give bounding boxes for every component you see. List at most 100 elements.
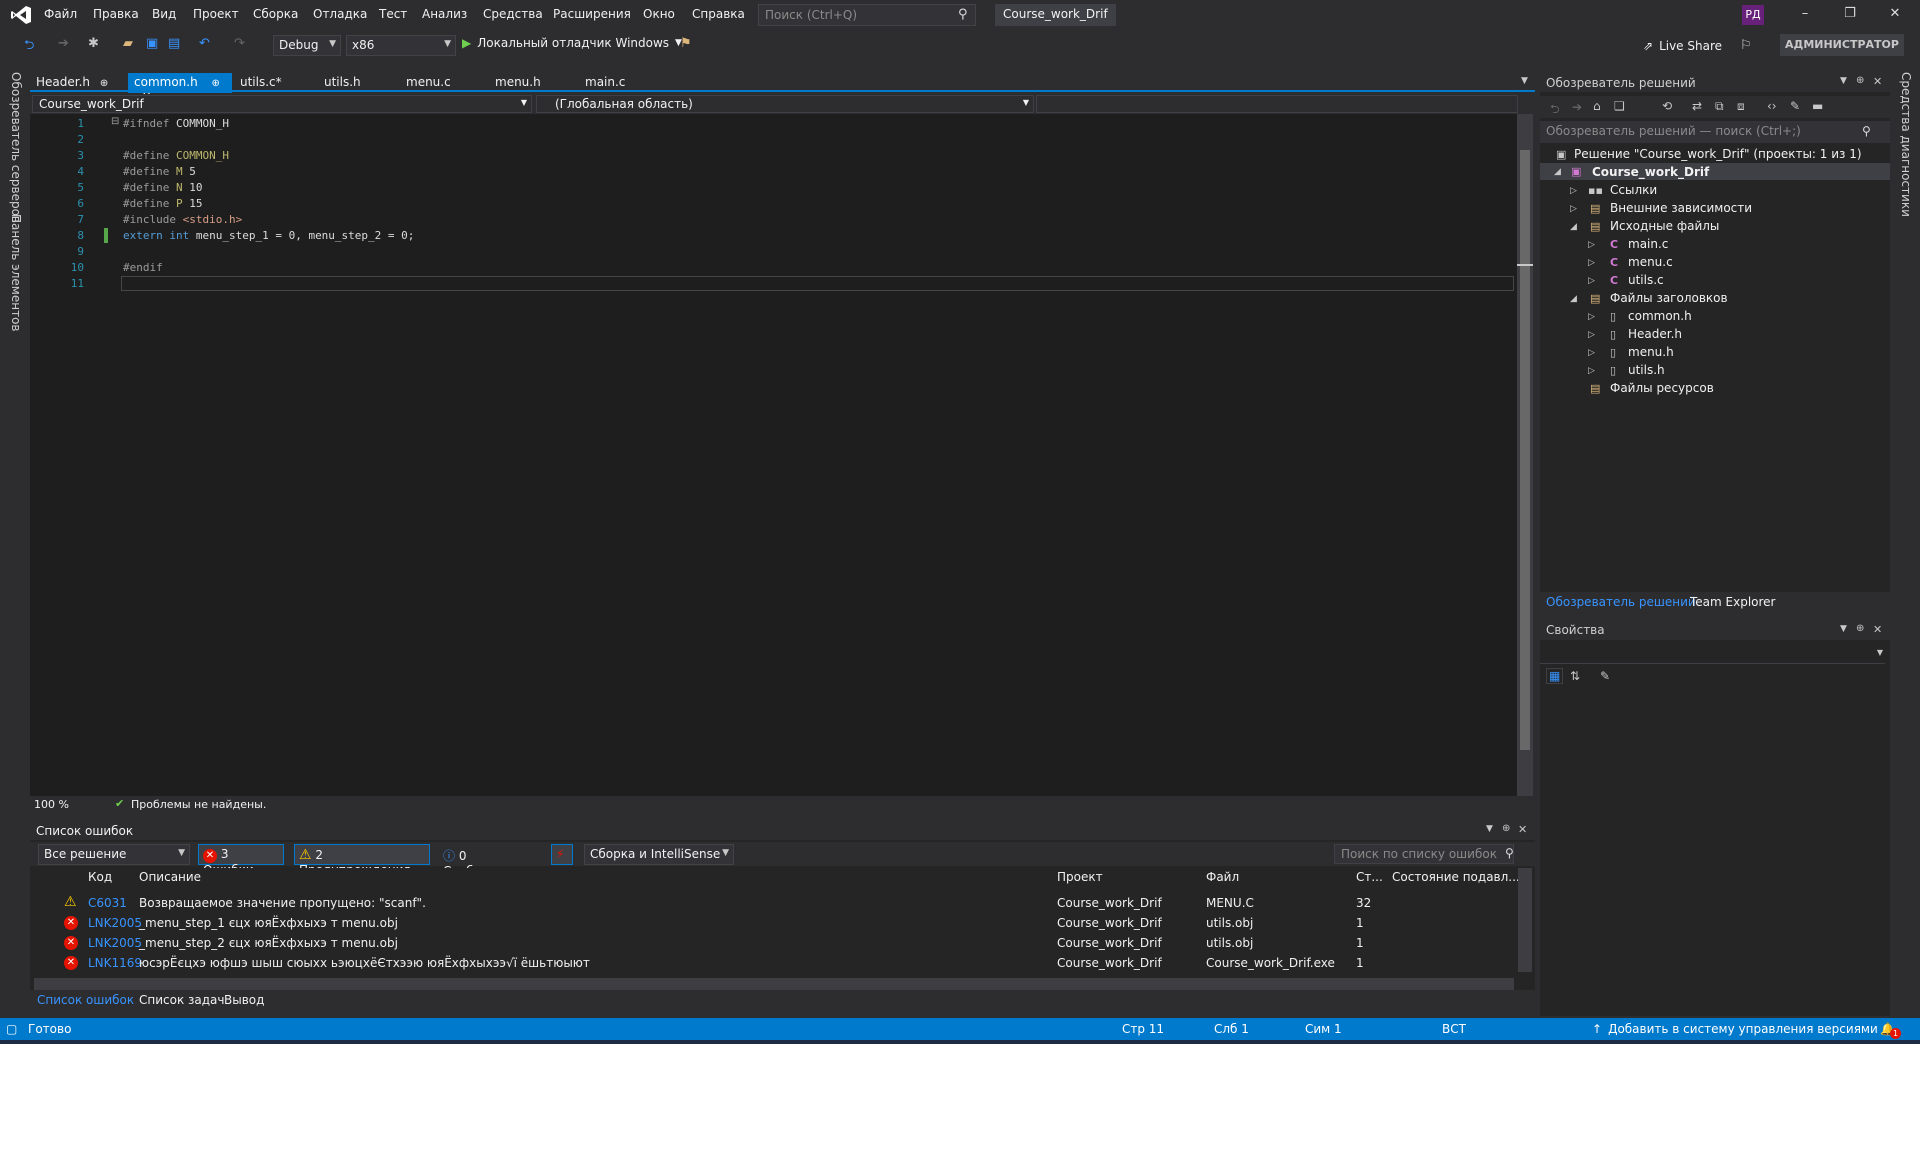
close-icon[interactable]: ✕ [1873,623,1882,636]
collapsed-arrow-icon[interactable]: ▷ [1588,240,1595,250]
table-row[interactable]: ✕ LNK1169 юсэрЁєцхэ юфшэ шыш сюыхх ьэюцх… [30,953,1518,973]
tree-file-common-h[interactable]: common.h [1628,309,1692,323]
minimize-icon[interactable]: – [1795,6,1815,21]
toolbox-tab[interactable]: Панель элементов [9,214,23,332]
chevron-down-icon[interactable]: ▼ [1840,76,1847,86]
platform-select[interactable]: x86 ▼ [346,35,456,56]
close-icon[interactable]: ✕ [1885,6,1905,21]
close-icon[interactable]: ✕ [1518,823,1527,836]
clear-filter-button[interactable]: ⚡ [551,844,573,865]
collapsed-arrow-icon[interactable]: ▷ [1588,348,1595,358]
tab-error-list[interactable]: Список ошибок [37,993,134,1007]
collapsed-arrow-icon[interactable]: ▷ [1588,366,1595,376]
show-all-icon[interactable]: ⧈ [1737,99,1745,114]
collapsed-arrow-icon[interactable]: ▷ [1588,312,1595,322]
pin-icon[interactable]: ⊕ [100,78,108,89]
source-files-node[interactable]: Исходные файлы [1610,219,1719,233]
column-file[interactable]: Файл [1206,870,1239,884]
tab-utils-h[interactable]: utils.h [318,73,367,93]
sync-icon[interactable]: ⇄ [1692,99,1702,113]
error-list-hscrollbar[interactable] [34,978,1514,990]
messages-filter-button[interactable]: ⓘ 0 Сообщения [438,844,538,878]
live-share-button[interactable]: ⇗ Live Share [1643,39,1722,53]
expand-arrow-icon[interactable]: ◢ [1554,167,1561,177]
column-code[interactable]: Код [88,870,112,884]
project-node[interactable]: Course_work_Drif [1592,165,1709,179]
column-suppression[interactable]: Состояние подавл... [1392,870,1520,884]
collapse-icon[interactable]: ⊟ [111,116,119,127]
menu-build[interactable]: Сборка [253,7,298,21]
switch-views-icon[interactable]: ❏ [1614,99,1625,113]
code-icon[interactable]: ‹› [1767,99,1777,113]
errors-filter-button[interactable]: ✕ 3 Ошибки [198,844,284,877]
menu-test[interactable]: Тест [379,7,407,21]
avatar[interactable]: РД [1742,5,1764,25]
tree-file-menu-h[interactable]: menu.h [1628,345,1674,359]
solution-search-input[interactable]: Обозреватель решений — поиск (Ctrl+;) [1540,121,1890,143]
collapsed-arrow-icon[interactable]: ▷ [1588,276,1595,286]
collapsed-arrow-icon[interactable]: ▷ [1588,330,1595,340]
error-code-link[interactable]: LNK2005 [88,936,142,950]
feedback-icon[interactable]: ⚐ [1740,38,1752,53]
menu-window[interactable]: Окно [643,7,675,21]
table-row[interactable]: ✕ LNK2005 _menu_step_2 єцх юяЁхфхыхэ т m… [30,933,1518,953]
properties-object-select[interactable]: ▼ [1540,644,1885,664]
tab-team-explorer[interactable]: Team Explorer [1690,595,1776,609]
scrollbar-thumb[interactable] [1520,150,1530,750]
collapsed-arrow-icon[interactable]: ▷ [1588,258,1595,268]
search-icon[interactable]: ⚲ [1505,846,1514,860]
tab-menu-c[interactable]: menu.c [400,73,457,93]
collapsed-arrow-icon[interactable]: ▷ [1570,186,1577,196]
close-icon[interactable]: ✕ [1873,75,1882,88]
tab-common-h[interactable]: common.h ⊕ ✕ [128,73,232,103]
menu-help[interactable]: Справка [692,7,745,21]
tab-task-list[interactable]: Список задач [139,993,225,1007]
external-deps-node[interactable]: Внешние зависимости [1610,201,1752,215]
restore-icon[interactable]: ❐ [1840,6,1860,21]
attach-icon[interactable]: ⚑ [680,36,692,51]
start-debug-button[interactable]: ▶ Локальный отладчик Windows ▼ [462,36,682,50]
error-list-vscrollbar[interactable] [1518,868,1532,972]
collapsed-arrow-icon[interactable]: ▷ [1570,204,1577,214]
categorized-icon[interactable]: ▦ [1546,668,1564,684]
open-icon[interactable]: ▰ [123,36,133,51]
quick-search-input[interactable]: Поиск (Ctrl+Q) [758,4,976,26]
tab-output[interactable]: Вывод [224,993,264,1007]
tab-overflow-icon[interactable]: ▼ [1521,76,1528,86]
wrench-icon[interactable]: ✎ [1790,99,1800,113]
table-row[interactable]: ✕ LNK2005 _menu_step_1 єцх юяЁхфхыхэ т m… [30,913,1518,933]
column-project[interactable]: Проект [1057,870,1103,884]
history-icon[interactable]: ⟲ [1662,99,1672,113]
references-node[interactable]: Ссылки [1610,183,1657,197]
tree-file-header-h[interactable]: Header.h [1628,327,1682,341]
solution-root[interactable]: Решение "Course_work_Drif" (проекты: 1 и… [1574,147,1862,161]
forward-icon[interactable]: ➔ [1572,100,1582,114]
server-explorer-tab[interactable]: Обозреватель серверов [9,72,23,223]
error-code-link[interactable]: LNK2005 [88,916,142,930]
wrench-icon[interactable]: ✎ [1600,669,1610,683]
save-icon[interactable]: ▣ [146,36,158,51]
tree-file-utils-h[interactable]: utils.h [1628,363,1665,377]
chevron-down-icon[interactable]: ▼ [1840,624,1847,634]
pin-icon[interactable]: ⊕ [1856,75,1864,86]
menu-file[interactable]: Файл [44,7,77,21]
menu-edit[interactable]: Правка [93,7,139,21]
back-icon[interactable]: ⮌ [24,36,34,58]
menu-tools[interactable]: Средства [483,7,543,21]
tree-file-utils-c[interactable]: utils.c [1628,273,1664,287]
column-description[interactable]: Описание [139,870,201,884]
search-icon[interactable]: ⚲ [958,7,968,22]
pin-icon[interactable]: ⊕ [1502,823,1510,834]
back-icon[interactable]: ⮌ [1550,100,1560,121]
menu-extensions[interactable]: Расширения [553,7,631,21]
tab-header-h[interactable]: Header.h ⊕ [30,73,114,93]
scope-nav-select[interactable]: (Глобальная область) ▼ [536,95,1034,113]
tree-file-menu-c[interactable]: menu.c [1628,255,1673,269]
code-editor[interactable] [30,114,1520,796]
redo-icon[interactable]: ↷ [234,36,245,51]
add-to-source-control-button[interactable]: ↑ Добавить в систему управления версиями… [1592,1022,1891,1036]
chevron-down-icon[interactable]: ▼ [1486,824,1493,834]
pin-icon[interactable]: ⊕ [1856,623,1864,634]
project-nav-select[interactable]: Course_work_Drif ▼ [32,95,532,113]
error-code-link[interactable]: C6031 [88,896,127,910]
